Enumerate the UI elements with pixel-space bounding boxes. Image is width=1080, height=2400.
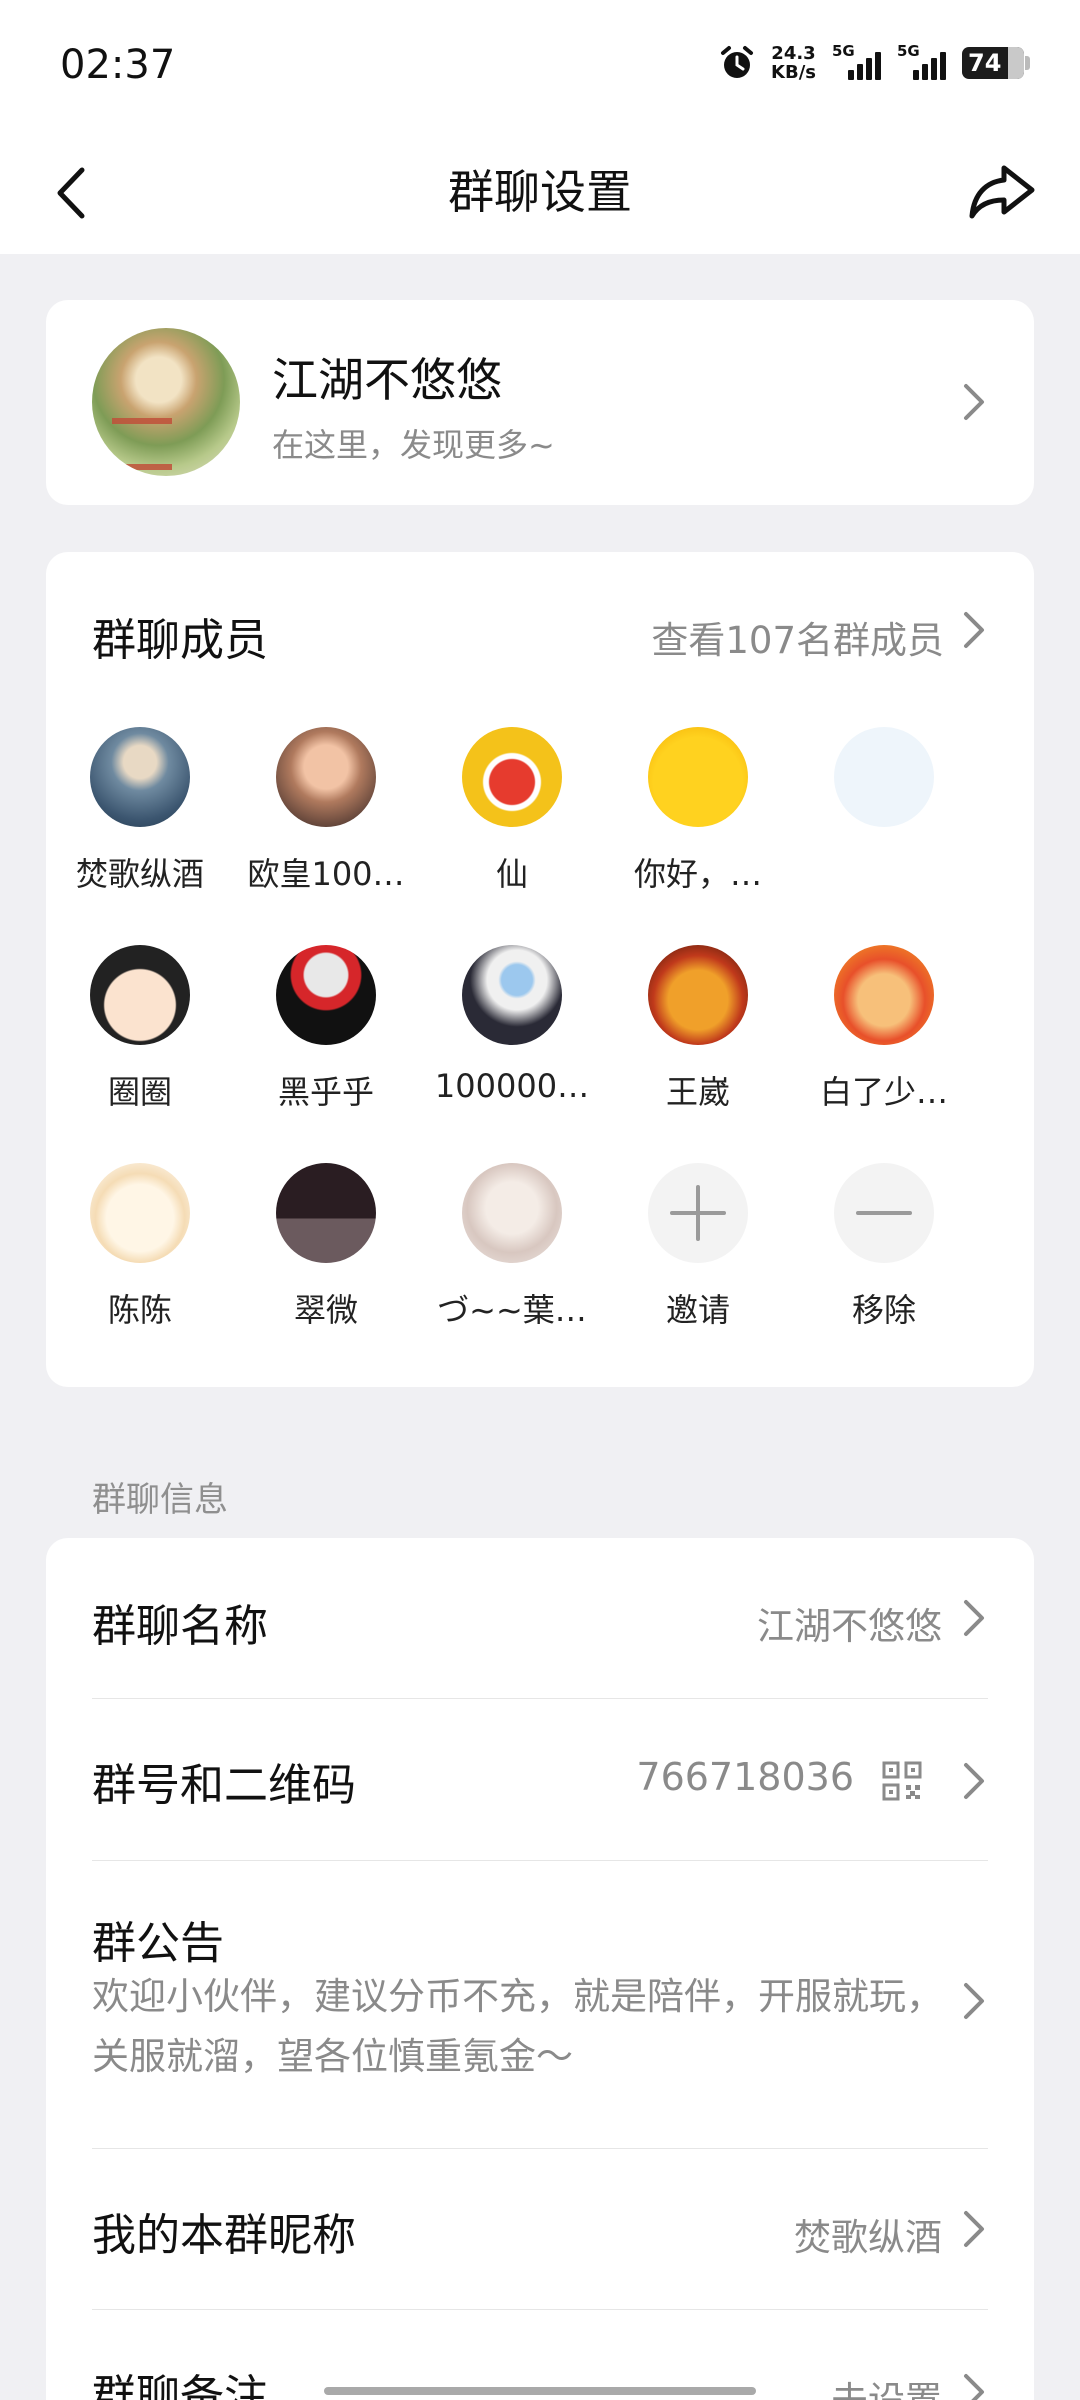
member-item[interactable]: 白了少… <box>791 945 977 1113</box>
battery-icon: 74 <box>962 47 1030 79</box>
member-item[interactable]: 欧皇100… <box>233 727 419 895</box>
remove-button[interactable]: 移除 <box>791 1163 977 1331</box>
alarm-icon <box>721 46 754 78</box>
group-info-card: 群聊名称 江湖不悠悠 群号和二维码 766718036 群公告 欢迎小伙伴，建议… <box>46 1538 1034 2400</box>
member-avatar-pastel-anime <box>462 1163 562 1263</box>
chevron-right-icon <box>964 2211 984 2247</box>
plus-icon <box>648 1163 748 1263</box>
signal-2-icon: 5G <box>897 42 946 80</box>
member-item[interactable]: 焚歌纵酒 <box>47 727 233 895</box>
member-item[interactable]: 100000… <box>419 945 605 1105</box>
status-icons: 24.3 KB/s 5G 5G 74 <box>719 42 1030 83</box>
network-speed: 24.3 KB/s <box>771 43 816 83</box>
status-time: 02:37 <box>60 42 176 88</box>
share-icon[interactable] <box>964 154 1040 230</box>
member-item[interactable]: 王崴 <box>605 945 791 1113</box>
member-item[interactable]: 翠微 <box>233 1163 419 1331</box>
home-indicator[interactable] <box>324 2387 756 2395</box>
qr-code-icon <box>882 1761 922 1801</box>
member-avatar-ink-warrior <box>90 727 190 827</box>
nav-bar: 群聊设置 <box>0 130 1080 254</box>
chevron-right-icon <box>964 1983 984 2019</box>
page-title: 群聊设置 <box>448 165 632 219</box>
member-item[interactable]: 仙 <box>419 727 605 895</box>
notice-text: 欢迎小伙伴，建议分币不充，就是陪伴，开服就玩，关服就溜，望各位慎重氪金～ <box>92 1975 943 2078</box>
row-group-id-qr[interactable]: 群号和二维码 766718036 <box>92 1699 988 1859</box>
section-label-group-info: 群聊信息 <box>92 1480 228 1520</box>
member-item[interactable]: 陈陈 <box>47 1163 233 1331</box>
member-avatar-black-penguin <box>276 945 376 1045</box>
members-card: 群聊成员 查看107名群成员 焚歌纵酒 欧皇100… 仙 你好，… 圈圈 黑乎乎… <box>46 552 1034 1387</box>
row-group-notice[interactable]: 群公告 欢迎小伙伴，建议分币不充，就是陪伴，开服就玩，关服就溜，望各位慎重氪金～ <box>92 1861 988 2147</box>
member-avatar-glasses-boy <box>90 945 190 1045</box>
row-group-name[interactable]: 群聊名称 江湖不悠悠 <box>92 1538 988 1698</box>
chevron-right-icon[interactable] <box>960 610 988 650</box>
member-item[interactable] <box>791 727 977 849</box>
chevron-right-icon <box>964 384 984 420</box>
member-item[interactable]: づ~~葉… <box>419 1163 605 1331</box>
member-avatar-blank <box>834 727 934 827</box>
chevron-right-icon <box>964 1763 984 1799</box>
member-avatar-yellow-cat <box>648 727 748 827</box>
member-avatar-doraemon-photo <box>462 945 562 1045</box>
signal-1-icon: 5G <box>832 42 881 80</box>
member-avatar-dark-anime <box>276 1163 376 1263</box>
member-avatar-baby-photo <box>276 727 376 827</box>
group-profile-card[interactable]: 江湖不悠悠 在这里，发现更多~ <box>46 300 1034 505</box>
status-bar: 02:37 24.3 KB/s 5G 5G 74 <box>0 0 1080 130</box>
member-avatar-red-fox-no1 <box>462 727 562 827</box>
chevron-right-icon <box>964 2374 984 2400</box>
battery-level: 74 <box>968 49 1002 77</box>
member-avatar-laughing-lion <box>648 945 748 1045</box>
group-subtitle: 在这里，发现更多~ <box>272 426 555 464</box>
member-item[interactable]: 黑乎乎 <box>233 945 419 1113</box>
group-name: 江湖不悠悠 <box>272 353 502 407</box>
members-title: 群聊成员 <box>92 615 268 666</box>
member-item[interactable]: 你好，… <box>605 727 791 895</box>
minus-icon <box>834 1163 934 1263</box>
member-item[interactable]: 圈圈 <box>47 945 233 1113</box>
invite-button[interactable]: 邀请 <box>605 1163 791 1331</box>
member-avatar-bunny <box>90 1163 190 1263</box>
member-avatar-monkey-king <box>834 945 934 1045</box>
row-my-nickname[interactable]: 我的本群昵称 焚歌纵酒 <box>92 2149 988 2309</box>
view-all-members-link[interactable]: 查看107名群成员 <box>651 610 944 664</box>
chevron-right-icon <box>964 1600 984 1636</box>
group-avatar <box>92 328 240 476</box>
